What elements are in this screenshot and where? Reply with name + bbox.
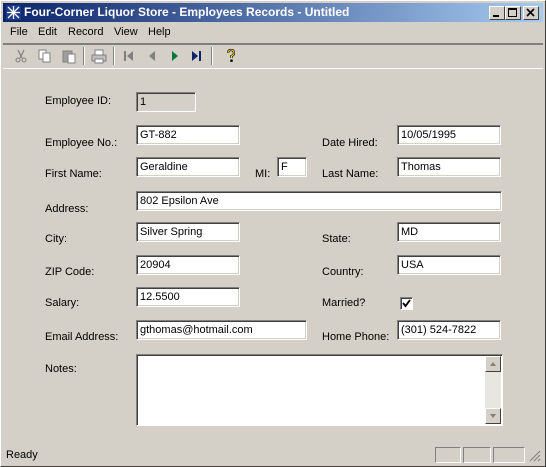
help-icon	[226, 48, 236, 62]
home-phone-label: Home Phone:	[322, 331, 390, 343]
first-name-input[interactable]: Geraldine	[136, 157, 240, 177]
help-button[interactable]	[221, 47, 241, 65]
city-label: City:	[45, 233, 67, 245]
employee-form: Employee ID: 1 Employee No.: GT-882 Date…	[3, 69, 543, 445]
toolbar-separator	[83, 47, 85, 65]
employee-no-label: Employee No.:	[45, 137, 118, 149]
copy-icon	[38, 49, 51, 63]
close-button[interactable]	[523, 6, 539, 20]
status-panel	[435, 447, 461, 463]
maximize-icon	[508, 8, 517, 17]
checkmark-icon	[402, 299, 411, 308]
menu-help[interactable]: Help	[148, 26, 171, 38]
menu-view[interactable]: View	[114, 26, 138, 38]
cut-button[interactable]	[11, 47, 31, 65]
minimize-button[interactable]	[489, 6, 505, 20]
cut-icon	[15, 49, 27, 63]
first-record-icon	[124, 51, 133, 61]
previous-record-icon	[149, 51, 155, 61]
status-panel	[463, 447, 491, 463]
notes-label: Notes:	[45, 363, 77, 375]
status-text: Ready	[6, 449, 38, 461]
app-window: Four-Corner Liquor Store - Employees Rec…	[0, 0, 546, 467]
country-input[interactable]: USA	[397, 255, 501, 275]
married-checkbox[interactable]	[400, 297, 413, 310]
down-arrow-icon	[490, 414, 496, 418]
state-input[interactable]: MD	[397, 222, 501, 242]
salary-label: Salary:	[45, 297, 80, 309]
date-hired-input[interactable]: 10/05/1995	[397, 125, 501, 145]
mi-input[interactable]: F	[277, 157, 307, 177]
close-icon	[526, 8, 535, 17]
title-bar: Four-Corner Liquor Store - Employees Rec…	[3, 3, 543, 22]
print-icon	[91, 49, 107, 64]
app-icon[interactable]	[6, 5, 21, 20]
notes-scrollbar[interactable]	[485, 356, 501, 424]
salary-input[interactable]: 12.5500	[136, 287, 240, 307]
mi-label: MI:	[255, 168, 271, 180]
menu-edit[interactable]: Edit	[38, 26, 57, 38]
first-name-label: First Name:	[45, 168, 102, 180]
last-name-input[interactable]: Thomas	[397, 157, 501, 177]
previous-record-button[interactable]	[143, 47, 163, 65]
toolbar-separator	[113, 47, 115, 65]
employee-id-label: Employee ID:	[45, 95, 112, 107]
last-name-label: Last Name:	[322, 168, 379, 180]
copy-button[interactable]	[35, 47, 55, 65]
employee-no-input[interactable]: GT-882	[136, 125, 240, 145]
email-address-input[interactable]: gthomas@hotmail.com	[136, 320, 307, 340]
resize-grip-icon[interactable]	[529, 450, 541, 462]
status-panel	[493, 447, 525, 463]
menu-bar: File Edit Record View Help	[3, 23, 543, 42]
first-record-button[interactable]	[119, 47, 139, 65]
scroll-up-button[interactable]	[485, 356, 501, 372]
notes-textarea[interactable]	[136, 354, 503, 426]
last-record-icon	[192, 51, 201, 61]
next-record-icon	[172, 51, 178, 61]
paste-icon	[62, 50, 76, 64]
paste-button[interactable]	[59, 47, 79, 65]
menu-file[interactable]: File	[10, 26, 28, 38]
address-input[interactable]: 802 Epsilon Ave	[136, 191, 502, 211]
window-title: Four-Corner Liquor Store - Employees Rec…	[24, 5, 350, 19]
zip-code-input[interactable]: 20904	[136, 255, 240, 275]
city-input[interactable]: Silver Spring	[136, 222, 240, 242]
up-arrow-icon	[490, 362, 496, 366]
state-label: State:	[322, 233, 351, 245]
status-bar: Ready	[3, 446, 543, 464]
toolbar-separator	[211, 47, 213, 65]
home-phone-input[interactable]: (301) 524-7822	[397, 320, 501, 340]
zip-code-label: ZIP Code:	[45, 266, 95, 278]
email-address-label: Email Address:	[45, 331, 119, 343]
next-record-button[interactable]	[165, 47, 185, 65]
last-record-button[interactable]	[187, 47, 207, 65]
minimize-icon	[493, 15, 499, 17]
toolbar	[3, 43, 543, 69]
country-label: Country:	[322, 266, 364, 278]
menu-record[interactable]: Record	[68, 26, 103, 38]
married-label: Married?	[322, 297, 366, 309]
date-hired-label: Date Hired:	[322, 137, 378, 149]
address-label: Address:	[45, 203, 89, 215]
print-button[interactable]	[89, 47, 109, 65]
maximize-button[interactable]	[505, 6, 521, 20]
employee-id-field: 1	[136, 92, 196, 112]
scroll-down-button[interactable]	[485, 408, 501, 424]
